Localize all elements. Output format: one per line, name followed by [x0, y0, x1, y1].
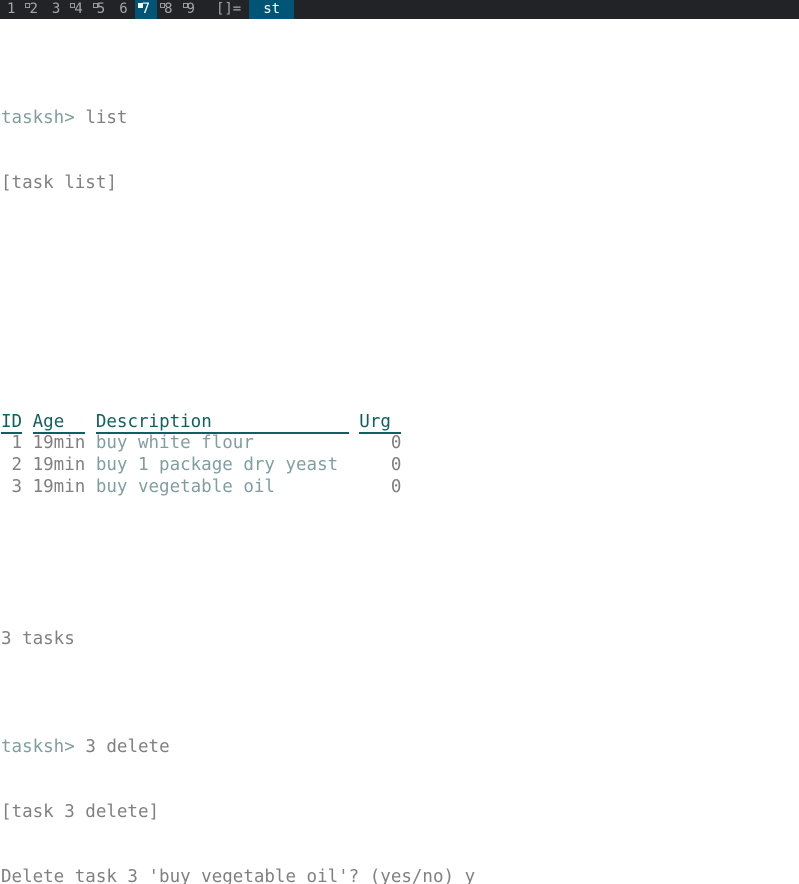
- tag-label: 6: [119, 1, 128, 17]
- cell-id: 3: [1, 476, 33, 497]
- tag-list[interactable]: 123456789: [0, 0, 202, 19]
- tag-3[interactable]: 3: [45, 0, 67, 19]
- cell-description: buy vegetable oil: [95, 476, 360, 497]
- delete-confirm-answer: y: [464, 867, 476, 884]
- command-echo-list-1: [task list]: [1, 172, 117, 193]
- tag-label: 2: [29, 1, 38, 17]
- delete-confirm-prompt: Delete task 3 'buy vegetable oil'? (yes/…: [1, 867, 465, 884]
- cell-age: 19min: [32, 433, 96, 454]
- tag-6[interactable]: 6: [112, 0, 134, 19]
- tag-5[interactable]: 5: [90, 0, 112, 19]
- tag-7[interactable]: 7: [134, 0, 158, 19]
- column-gap: [349, 412, 360, 432]
- tag-label: 3: [51, 1, 61, 17]
- table-row: 2 19min buy 1 package dry yeast 0: [1, 455, 799, 477]
- cell-description: buy white flour: [95, 433, 360, 454]
- cell-urgency: 0: [359, 454, 402, 475]
- column-header-age: Age: [32, 411, 86, 434]
- tag-occupied-square-icon: [25, 3, 31, 8]
- cell-age: 19min: [32, 454, 96, 475]
- task-count-1: 3 tasks: [1, 628, 75, 649]
- tag-4[interactable]: 4: [67, 0, 89, 19]
- shell-prompt: tasksh>: [1, 107, 75, 128]
- delete-confirm-line: Delete task 3 'buy vegetable oil'? (yes/…: [1, 867, 799, 884]
- tag-label: 1: [7, 1, 16, 17]
- cell-id: 1: [1, 433, 33, 454]
- shell-prompt: tasksh>: [1, 737, 75, 758]
- tag-9[interactable]: 9: [180, 0, 202, 19]
- tag-1[interactable]: 1: [0, 0, 22, 19]
- column-header-id: ID: [1, 411, 23, 434]
- tag-label: 9: [186, 1, 195, 17]
- task-table-1-header-row: ID Age Description Urg: [1, 412, 799, 434]
- command-text: 3 delete: [85, 737, 170, 758]
- column-gap: [22, 412, 33, 432]
- tag-occupied-square-icon: [137, 3, 143, 8]
- status-bar-filler: [294, 0, 799, 19]
- cell-id: 2: [1, 454, 33, 475]
- tag-8[interactable]: 8: [157, 0, 179, 19]
- tag-2[interactable]: 2: [22, 0, 44, 19]
- task-table-1: ID Age Description Urg 1 19min buy white…: [1, 412, 799, 499]
- table-row: 3 19min buy vegetable oil 0: [1, 477, 799, 499]
- column-header-urg: Urg: [359, 411, 402, 434]
- cell-age: 19min: [32, 476, 96, 497]
- tag-label: 7: [141, 1, 151, 17]
- tag-occupied-square-icon: [70, 3, 76, 8]
- dwm-status-bar: 123456789 []= st: [0, 0, 799, 19]
- command-line-delete: tasksh> 3 delete: [1, 737, 799, 759]
- column-header-description: Description: [95, 411, 349, 434]
- tag-label: 5: [96, 1, 106, 17]
- layout-symbol[interactable]: []=: [202, 0, 249, 19]
- tag-label: 4: [74, 1, 83, 17]
- tag-label: 8: [164, 1, 173, 17]
- command-echo-delete: [task 3 delete]: [1, 802, 160, 823]
- cell-urgency: 0: [359, 476, 402, 497]
- table-row: 1 19min buy white flour 0: [1, 433, 799, 455]
- column-gap: [85, 412, 96, 432]
- command-line-list-1: tasksh> list: [1, 108, 799, 130]
- cell-description: buy 1 package dry yeast: [95, 454, 360, 475]
- terminal-screen[interactable]: tasksh> list [task list] ID Age Descript…: [0, 19, 799, 884]
- cell-urgency: 0: [359, 433, 402, 454]
- command-text: list: [85, 107, 128, 128]
- tag-occupied-square-icon: [92, 3, 98, 8]
- tag-occupied-square-icon: [160, 3, 166, 8]
- window-title: st: [249, 0, 295, 19]
- tag-occupied-square-icon: [182, 3, 188, 8]
